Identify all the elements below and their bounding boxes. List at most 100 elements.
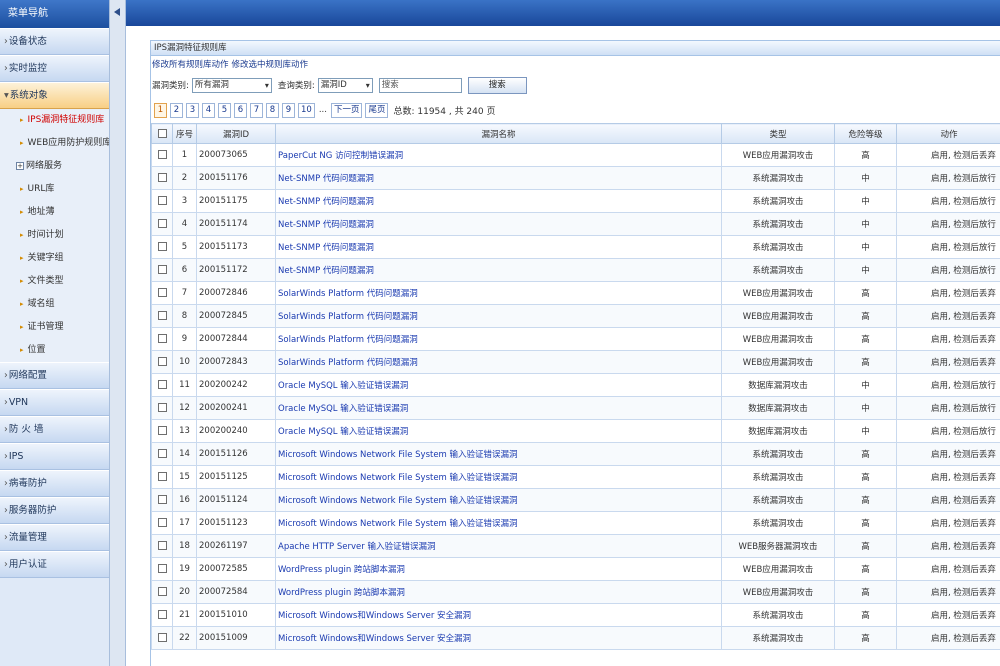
row-checkbox-cell[interactable] — [151, 488, 173, 512]
row-checkbox-cell[interactable] — [151, 580, 173, 604]
row-checkbox[interactable] — [157, 242, 167, 251]
col-action[interactable]: 动作 — [896, 123, 1000, 144]
sidebar-item[interactable]: ›用户认证 — [0, 551, 109, 578]
row-name-link[interactable]: SolarWinds Platform 代码问题漏洞 — [275, 350, 722, 374]
row-checkbox[interactable] — [157, 495, 167, 504]
sidebar-subitem[interactable]: ▸ IPS漏洞特征规则库 — [0, 109, 109, 132]
edit-selected-actions-link[interactable]: 修改选中规则库动作 — [232, 60, 309, 70]
row-checkbox[interactable] — [157, 472, 167, 481]
sidebar-item[interactable]: ›实时监控 — [0, 55, 109, 82]
row-checkbox-cell[interactable] — [151, 396, 173, 420]
row-checkbox[interactable] — [157, 265, 167, 274]
table-row[interactable]: 5 200151173 Net-SNMP 代码问题漏洞 系统漏洞攻击中启用, 检测后放… — [151, 235, 1000, 259]
table-row[interactable]: 9 200072844 SolarWinds Platform 代码问题漏洞 WEB应… — [151, 327, 1000, 351]
col-id[interactable]: 漏洞ID — [196, 123, 276, 144]
sidebar-item[interactable]: ›防 火 墙 — [0, 416, 109, 443]
row-name-link[interactable]: Microsoft Windows Network File System 输入… — [275, 511, 722, 535]
row-name-link[interactable]: Oracle MySQL 输入验证错误漏洞 — [275, 373, 722, 397]
row-checkbox[interactable] — [157, 173, 167, 182]
row-checkbox[interactable] — [157, 288, 167, 297]
sidebar-subitem[interactable]: ▸ URL库 — [0, 178, 109, 201]
page-button[interactable]: 5 — [218, 102, 231, 118]
table-row[interactable]: 7 200072846 SolarWinds Platform 代码问题漏洞 WEB应… — [151, 281, 1000, 305]
row-name-link[interactable]: Microsoft Windows Network File System 输入… — [275, 465, 722, 489]
row-checkbox[interactable] — [157, 449, 167, 458]
row-checkbox-cell[interactable] — [151, 143, 173, 167]
row-checkbox[interactable] — [157, 380, 167, 389]
row-checkbox[interactable] — [157, 403, 167, 412]
table-row[interactable]: 14 200151126 Microsoft Windows Network Fil… — [151, 442, 1000, 466]
row-checkbox-cell[interactable] — [151, 350, 173, 374]
sidebar-item[interactable]: ›病毒防护 — [0, 470, 109, 497]
row-name-link[interactable]: Microsoft Windows Network File System 输入… — [275, 442, 722, 466]
col-index[interactable]: 序号 — [172, 123, 197, 144]
row-name-link[interactable]: SolarWinds Platform 代码问题漏洞 — [275, 304, 722, 328]
sidebar-subitem[interactable]: ▸ WEB应用防护规则库 — [0, 132, 109, 155]
expand-plus-icon[interactable]: + — [16, 161, 24, 170]
table-row[interactable]: 22 200151009 Microsoft Windows和Windows Ser… — [151, 626, 1000, 650]
table-row[interactable]: 3 200151175 Net-SNMP 代码问题漏洞 系统漏洞攻击中启用, 检测后放… — [151, 189, 1000, 213]
row-checkbox-cell[interactable] — [151, 442, 173, 466]
collapse-arrow-icon[interactable] — [114, 8, 121, 16]
row-name-link[interactable]: PaperCut NG 访问控制错误漏洞 — [275, 143, 722, 167]
row-name-link[interactable]: Net-SNMP 代码问题漏洞 — [275, 258, 722, 282]
row-name-link[interactable]: Net-SNMP 代码问题漏洞 — [275, 189, 722, 213]
sidebar-item[interactable]: ›网络配置 — [0, 362, 109, 389]
table-row[interactable]: 17 200151123 Microsoft Windows Network Fil… — [151, 511, 1000, 535]
table-row[interactable]: 12 200200241 Oracle MySQL 输入验证错误漏洞 数据库漏洞攻击中… — [151, 396, 1000, 420]
last-page-button[interactable]: 尾页 — [365, 102, 389, 118]
row-name-link[interactable]: Microsoft Windows和Windows Server 安全漏洞 — [275, 626, 722, 650]
row-name-link[interactable]: Oracle MySQL 输入验证错误漏洞 — [275, 419, 722, 443]
page-button[interactable]: 7 — [250, 102, 263, 118]
row-checkbox-cell[interactable] — [151, 465, 173, 489]
table-row[interactable]: 13 200200240 Oracle MySQL 输入验证错误漏洞 数据库漏洞攻击中… — [151, 419, 1000, 443]
row-name-link[interactable]: Net-SNMP 代码问题漏洞 — [275, 166, 722, 190]
row-name-link[interactable]: Microsoft Windows Network File System 输入… — [275, 488, 722, 512]
row-checkbox[interactable] — [157, 587, 167, 596]
table-row[interactable]: 16 200151124 Microsoft Windows Network Fil… — [151, 488, 1000, 512]
row-checkbox-cell[interactable] — [151, 419, 173, 443]
row-checkbox[interactable] — [157, 311, 167, 320]
row-checkbox[interactable] — [157, 610, 167, 619]
row-name-link[interactable]: Microsoft Windows和Windows Server 安全漏洞 — [275, 603, 722, 627]
page-button[interactable]: 10 — [298, 102, 315, 118]
row-name-link[interactable]: Oracle MySQL 输入验证错误漏洞 — [275, 396, 722, 420]
table-row[interactable]: 15 200151125 Microsoft Windows Network Fil… — [151, 465, 1000, 489]
row-checkbox-cell[interactable] — [151, 626, 173, 650]
sidebar-subitem[interactable]: ▸ 时间计划 — [0, 224, 109, 247]
row-checkbox[interactable] — [157, 357, 167, 366]
row-checkbox[interactable] — [157, 564, 167, 573]
sidebar-item[interactable]: ▾系统对象 — [0, 82, 109, 109]
page-button[interactable]: 4 — [202, 102, 215, 118]
page-button[interactable]: 1 — [154, 102, 167, 118]
row-name-link[interactable]: Apache HTTP Server 输入验证错误漏洞 — [275, 534, 722, 558]
table-row[interactable]: 8 200072845 SolarWinds Platform 代码问题漏洞 WEB应… — [151, 304, 1000, 328]
select-all-header[interactable] — [151, 123, 173, 144]
row-checkbox[interactable] — [157, 541, 167, 550]
row-checkbox-cell[interactable] — [151, 189, 173, 213]
row-checkbox[interactable] — [157, 518, 167, 527]
col-type[interactable]: 类型 — [721, 123, 835, 144]
table-row[interactable]: 6 200151172 Net-SNMP 代码问题漏洞 系统漏洞攻击中启用, 检测后放… — [151, 258, 1000, 282]
row-checkbox-cell[interactable] — [151, 327, 173, 351]
sidebar-item[interactable]: ›服务器防护 — [0, 497, 109, 524]
row-name-link[interactable]: WordPress plugin 跨站脚本漏洞 — [275, 557, 722, 581]
row-checkbox-cell[interactable] — [151, 373, 173, 397]
table-row[interactable]: 18 200261197 Apache HTTP Server 输入验证错误漏洞 WE… — [151, 534, 1000, 558]
row-checkbox-cell[interactable] — [151, 235, 173, 259]
sidebar-subitem[interactable]: ▸ 关键字组 — [0, 247, 109, 270]
table-row[interactable]: 10 200072843 SolarWinds Platform 代码问题漏洞 WEB… — [151, 350, 1000, 374]
query-type-select[interactable]: 漏洞ID ▾ — [317, 77, 373, 93]
select-all-checkbox[interactable] — [157, 128, 167, 138]
row-checkbox[interactable] — [157, 219, 167, 228]
row-checkbox-cell[interactable] — [151, 281, 173, 305]
sidebar-item[interactable]: ›设备状态 — [0, 28, 109, 55]
page-button[interactable]: 9 — [282, 102, 295, 118]
sidebar-subitem[interactable]: ▸ 证书管理 — [0, 316, 109, 339]
row-checkbox-cell[interactable] — [151, 258, 173, 282]
table-row[interactable]: 19 200072585 WordPress plugin 跨站脚本漏洞 WEB应用漏… — [151, 557, 1000, 581]
page-button[interactable]: 3 — [186, 102, 199, 118]
sidebar-subitem[interactable]: ▸ 文件类型 — [0, 270, 109, 293]
table-row[interactable]: 4 200151174 Net-SNMP 代码问题漏洞 系统漏洞攻击中启用, 检测后放… — [151, 212, 1000, 236]
row-name-link[interactable]: Net-SNMP 代码问题漏洞 — [275, 212, 722, 236]
